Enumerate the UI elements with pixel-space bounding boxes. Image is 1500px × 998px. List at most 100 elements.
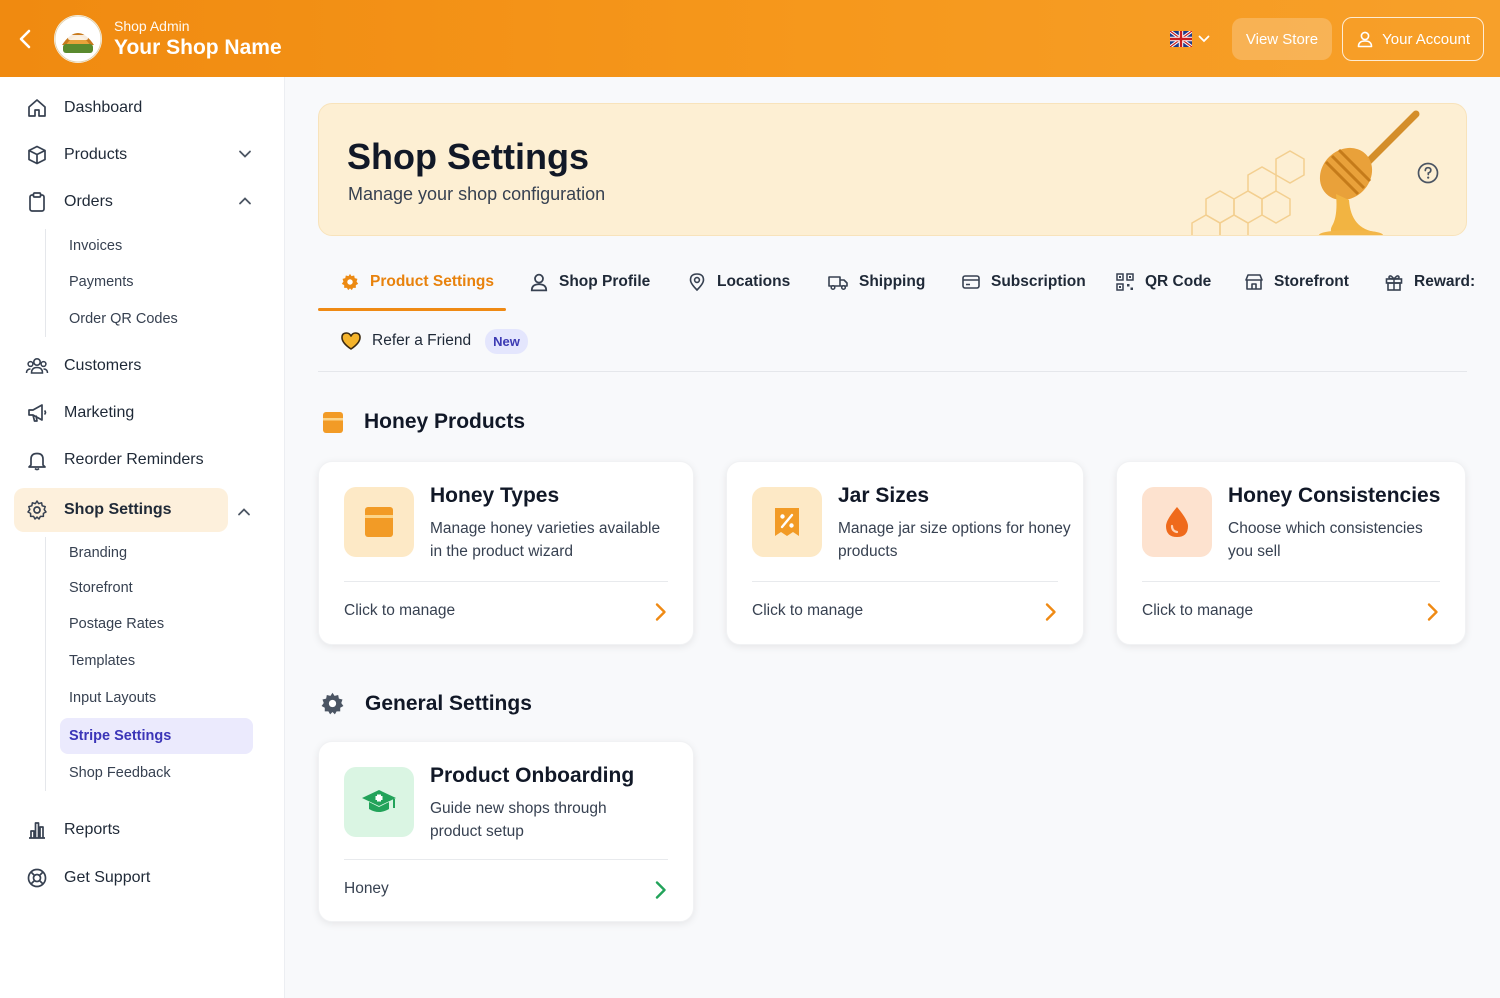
droplet-icon (1166, 507, 1188, 537)
users-icon (24, 353, 50, 379)
card-divider (344, 859, 668, 860)
lifebuoy-icon (24, 865, 50, 891)
clipboard-icon (24, 189, 50, 215)
card-footer-text: Click to manage (752, 602, 864, 619)
settings-submenu-line (45, 537, 46, 791)
tab-refer-a-friend[interactable]: Refer a Friend New (340, 317, 528, 365)
tab-product-settings[interactable]: Product Settings (340, 258, 494, 306)
sidebar-subitem-invoices[interactable]: Invoices (60, 228, 253, 264)
section-title-text: General Settings (365, 691, 532, 715)
card-icon-box (344, 767, 414, 837)
sidebar-item-orders[interactable]: Orders (14, 180, 254, 224)
chevron-down-icon[interactable] (238, 147, 252, 161)
help-icon[interactable] (1416, 161, 1440, 185)
chevron-left-icon (19, 29, 31, 48)
truck-icon (828, 276, 848, 291)
card-title: Honey Consistencies (1228, 484, 1441, 507)
megaphone-icon (24, 400, 50, 426)
tab-shop-profile[interactable]: Shop Profile (529, 258, 650, 306)
view-store-button[interactable]: View Store (1231, 18, 1333, 60)
sidebar-subitem-shop-feedback[interactable]: Shop Feedback (60, 755, 253, 791)
active-tab-underline (318, 308, 506, 311)
shop-logo (54, 14, 102, 63)
tab-label: Locations (717, 273, 791, 290)
gear-icon (321, 692, 344, 715)
sidebar-item-get-support[interactable]: Get Support (14, 856, 254, 900)
chevron-up-icon[interactable] (238, 194, 252, 208)
sidebar-subitem-branding[interactable]: Branding (60, 535, 253, 571)
card-honey-types[interactable]: Honey Types Manage honey varieties avail… (318, 461, 694, 645)
sidebar-item-reorder-reminders[interactable]: Reorder Reminders (14, 438, 254, 482)
chevron-right-icon[interactable] (1044, 602, 1058, 622)
card-divider (752, 581, 1058, 582)
tab-subscription[interactable]: Subscription (961, 258, 1086, 306)
sidebar-subitem-storefront[interactable]: Storefront (60, 570, 253, 606)
card-honey-consistencies[interactable]: Honey Consistencies Choose which consist… (1116, 461, 1466, 645)
sidebar-subitem-postage-rates[interactable]: Postage Rates (60, 606, 253, 642)
sidebar-item-products[interactable]: Products (14, 133, 254, 177)
tab-label: Storefront (1274, 273, 1349, 290)
tab-storefront[interactable]: Storefront (1244, 258, 1349, 306)
new-badge: New (485, 328, 528, 354)
card-description: Choose which consistencies you sell (1228, 520, 1423, 560)
page-title: Shop Settings (347, 136, 589, 177)
tab-rewards[interactable]: Reward: (1384, 258, 1475, 306)
sidebar-subitem-order-qr-codes[interactable]: Order QR Codes (60, 301, 253, 337)
card-footer-text: Click to manage (344, 602, 456, 619)
card-description: Manage honey varieties available in the … (430, 520, 661, 560)
orders-submenu-line (45, 229, 46, 337)
your-account-button[interactable]: Your Account (1342, 17, 1484, 61)
card-product-onboarding[interactable]: Product Onboarding Guide new shops throu… (318, 741, 694, 922)
qr-code-icon (1116, 273, 1134, 291)
top-bar: Shop Admin Your Shop Name View Store You… (0, 0, 1500, 77)
user-icon (530, 273, 548, 292)
box-icon (323, 412, 343, 433)
section-title-general-settings: General Settings (320, 691, 532, 716)
sidebar-item-customers[interactable]: Customers (14, 344, 254, 388)
card-icon-box (344, 487, 414, 557)
tab-qr-code[interactable]: QR Code (1115, 258, 1211, 306)
sidebar-subitem-stripe-settings[interactable]: Stripe Settings (60, 718, 253, 754)
sidebar-item-label: Reorder Reminders (64, 451, 204, 468)
uk-flag-icon (1169, 31, 1192, 47)
chevron-right-icon[interactable] (654, 880, 668, 900)
sidebar-item-label: Products (64, 146, 128, 163)
gift-icon (1385, 275, 1403, 291)
card-icon-box (752, 487, 822, 557)
tab-locations[interactable]: Locations (687, 258, 790, 306)
page-header-banner: Shop Settings Manage your shop configura… (318, 103, 1467, 236)
box-icon (365, 507, 393, 537)
sidebar-subitem-input-layouts[interactable]: Input Layouts (60, 680, 253, 716)
back-button[interactable] (0, 0, 50, 77)
home-icon (24, 95, 50, 121)
gear-icon (24, 497, 50, 523)
sidebar-item-shop-settings[interactable]: Shop Settings (14, 488, 228, 532)
store-icon (1245, 274, 1263, 290)
sidebar-item-reports[interactable]: Reports (14, 808, 254, 852)
sidebar-subitem-payments[interactable]: Payments (60, 264, 253, 300)
user-icon (1357, 31, 1373, 48)
gear-icon (341, 273, 359, 291)
page-subtitle: Manage your shop configuration (348, 184, 606, 204)
card-jar-sizes[interactable]: Jar Sizes Manage jar size options for ho… (726, 461, 1084, 645)
section-title-honey-products: Honey Products (322, 410, 525, 434)
chevron-right-icon[interactable] (654, 602, 668, 622)
sidebar-item-marketing[interactable]: Marketing (14, 391, 254, 435)
honey-dipper-illustration (1191, 110, 1420, 235)
chevron-up-icon[interactable] (237, 505, 251, 519)
percent-tag-icon (775, 508, 799, 536)
card-title: Honey Types (430, 484, 560, 507)
tab-label: Reward: (1414, 273, 1476, 290)
tab-label: Product Settings (370, 273, 495, 290)
tab-label: Subscription (991, 273, 1086, 290)
card-description: Guide new shops through product setup (430, 800, 607, 840)
sidebar-item-label: Dashboard (64, 99, 143, 116)
sidebar-item-dashboard[interactable]: Dashboard (14, 86, 254, 130)
tab-label: Shop Profile (559, 273, 651, 290)
chevron-right-icon[interactable] (1426, 602, 1440, 622)
sidebar-subitem-templates[interactable]: Templates (60, 643, 253, 679)
tab-shipping[interactable]: Shipping (827, 258, 925, 306)
language-selector[interactable] (1169, 31, 1210, 47)
tab-label: Refer a Friend (372, 332, 472, 349)
chevron-down-icon (1198, 35, 1210, 43)
